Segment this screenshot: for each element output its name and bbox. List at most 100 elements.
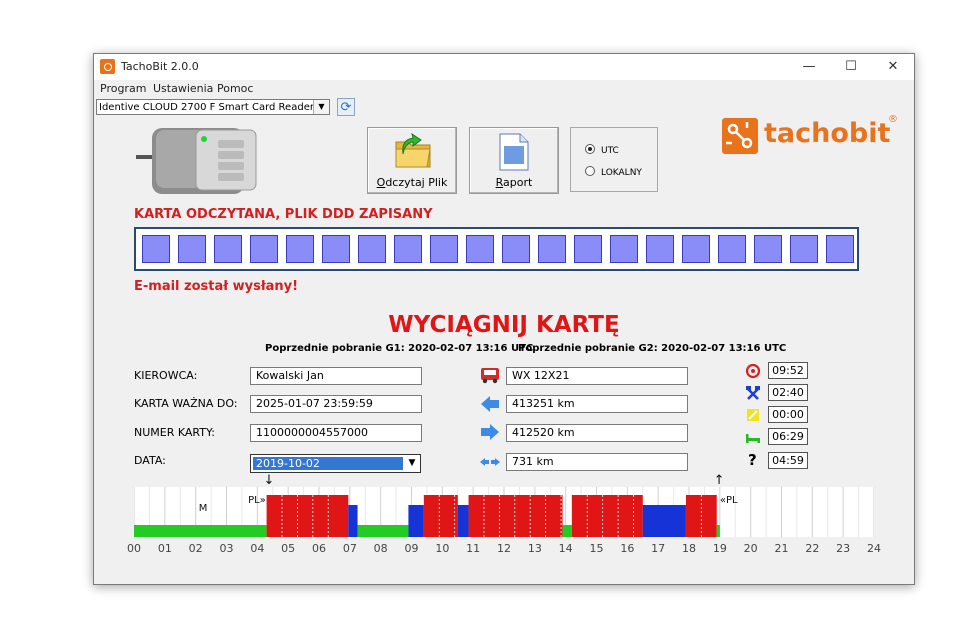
timeline-hour-label: 19 [712, 542, 727, 555]
timeline-hour-label: 07 [342, 542, 357, 555]
minimize-button[interactable]: — [788, 54, 830, 80]
timeline-hour-label: 14 [558, 542, 573, 555]
report-document-icon [499, 133, 529, 171]
progress-cell [358, 235, 386, 263]
refresh-readers-button[interactable]: ⟳ [337, 98, 355, 116]
driver-field[interactable]: Kowalski Jan [250, 367, 422, 385]
progress-cell [466, 235, 494, 263]
work-hammers-icon [746, 386, 760, 400]
progress-cell [538, 235, 566, 263]
menu-bar: Program Ustawienia Pomoc [94, 80, 914, 98]
menu-program[interactable]: Program [100, 82, 146, 95]
progress-cell [718, 235, 746, 263]
progress-cell [322, 235, 350, 263]
arrow-right-icon [481, 424, 499, 440]
timeline-segment-rest [357, 525, 409, 537]
timeline-segment-drive [423, 495, 458, 537]
timeline-hour-label: 03 [219, 542, 234, 555]
timeline-hour-label: 16 [620, 542, 635, 555]
title-bar: TachoBit 2.0.0 — ☐ ✕ [94, 54, 914, 80]
report-button[interactable]: Raport [469, 127, 559, 194]
read-file-label: Odczytaj Plik [376, 176, 448, 189]
progress-bar [134, 227, 859, 271]
timeline-segment-work [642, 505, 686, 537]
timeline-segment-rest [562, 525, 572, 537]
timeline-segment-work [408, 505, 424, 537]
timeline-hour-label: 06 [312, 542, 326, 555]
timeline-hour-label: 20 [743, 542, 758, 555]
progress-cell [214, 235, 242, 263]
odometer-end-field[interactable]: 412520 km [506, 424, 688, 442]
chevron-down-icon[interactable]: ▼ [313, 100, 329, 114]
unknown-activity-icon: ? [748, 451, 757, 469]
timezone-local-option[interactable]: LOKALNY [585, 166, 642, 178]
timeline-hour-label: 18 [682, 542, 696, 555]
timezone-utc-option[interactable]: UTC [585, 144, 619, 156]
radio-local[interactable] [585, 166, 595, 176]
timeline-hour-label: 08 [373, 542, 388, 555]
progress-cell [682, 235, 710, 263]
timeline-segment-work [457, 505, 469, 537]
timeline-marker-m: M [198, 503, 208, 514]
radio-utc[interactable] [585, 144, 595, 154]
timeline-hour-label: 23 [836, 542, 851, 555]
maximize-button[interactable]: ☐ [830, 54, 872, 80]
work-time-value: 02:40 [768, 384, 808, 401]
timeline-marker-pl-in: PL» [248, 495, 266, 506]
menu-pomoc[interactable]: Pomoc [217, 82, 253, 95]
card-number-field[interactable]: 1100000004557000 [250, 424, 422, 442]
timeline-hour-label: 12 [497, 542, 511, 555]
distance-field[interactable]: 731 km [506, 453, 688, 471]
timeline-segment-rest [716, 525, 720, 537]
refresh-icon: ⟳ [340, 100, 352, 115]
timeline-end-arrow: ↑ [713, 473, 725, 488]
progress-cell [754, 235, 782, 263]
progress-cell [610, 235, 638, 263]
date-select[interactable]: 2019-10-02 ▼ [250, 454, 421, 473]
timeline-hour-label: 15 [589, 542, 604, 555]
timeline-hour-label: 04 [250, 542, 265, 555]
card-reader-value: Identive CLOUD 2700 F Smart Card Reader … [99, 102, 324, 113]
card-valid-label: KARTA WAŻNA DO: [134, 397, 238, 410]
report-label: Raport [495, 176, 533, 189]
card-number-label: NUMER KARTY: [134, 426, 215, 439]
timeline-hour-label: 10 [435, 542, 450, 555]
unknown-time-value: 04:59 [768, 452, 808, 469]
remove-card-message: WYCIĄGNIJ KARTĘ [388, 312, 620, 338]
timeline-hour-label: 01 [157, 542, 172, 555]
tachobit-logo-icon [722, 118, 758, 154]
odometer-start-field[interactable]: 413251 km [506, 395, 688, 413]
date-label: DATA: [134, 454, 166, 467]
timeline-segment-rest [134, 525, 267, 537]
timeline-hour-label: 17 [651, 542, 666, 555]
chevron-down-icon[interactable]: ▼ [405, 456, 419, 471]
previous-download-g2: Poprzednie pobranie G2: 2020-02-07 13:16… [518, 343, 787, 354]
email-status: E-mail został wysłany! [134, 279, 299, 294]
activity-timeline [134, 487, 874, 537]
progress-cell [142, 235, 170, 263]
read-file-button[interactable]: Odczytaj Plik [367, 127, 457, 194]
driving-time-value: 09:52 [768, 362, 808, 379]
card-reader-select[interactable]: Identive CLOUD 2700 F Smart Card Reader … [96, 99, 330, 115]
timeline-hour-label: 09 [404, 542, 419, 555]
rest-bed-icon [746, 434, 760, 443]
logo-text: tachobit [764, 118, 891, 149]
timeline-hour-label: 24 [867, 542, 881, 555]
progress-cell [574, 235, 602, 263]
card-valid-field[interactable]: 2025-01-07 23:59:59 [250, 395, 422, 413]
tachobit-logo: tachobit ® [718, 114, 898, 158]
timeline-start-arrow: ↓ [263, 473, 275, 488]
close-button[interactable]: ✕ [872, 54, 914, 80]
progress-cell [178, 235, 206, 263]
timeline-segment-drive [571, 495, 643, 537]
vehicle-plate-field[interactable]: WX 12X21 [506, 367, 688, 385]
menu-ustawienia[interactable]: Ustawienia [153, 82, 213, 95]
timeline-marker-pl-out: «PL [719, 495, 738, 506]
rest-time-value: 06:29 [768, 428, 808, 445]
arrow-left-icon [481, 396, 499, 412]
card-reader-device-icon [136, 128, 257, 194]
progress-cell [826, 235, 854, 263]
availability-icon [747, 409, 759, 421]
logo-registered-mark: ® [888, 114, 898, 125]
timeline-hour-label: 13 [527, 542, 542, 555]
